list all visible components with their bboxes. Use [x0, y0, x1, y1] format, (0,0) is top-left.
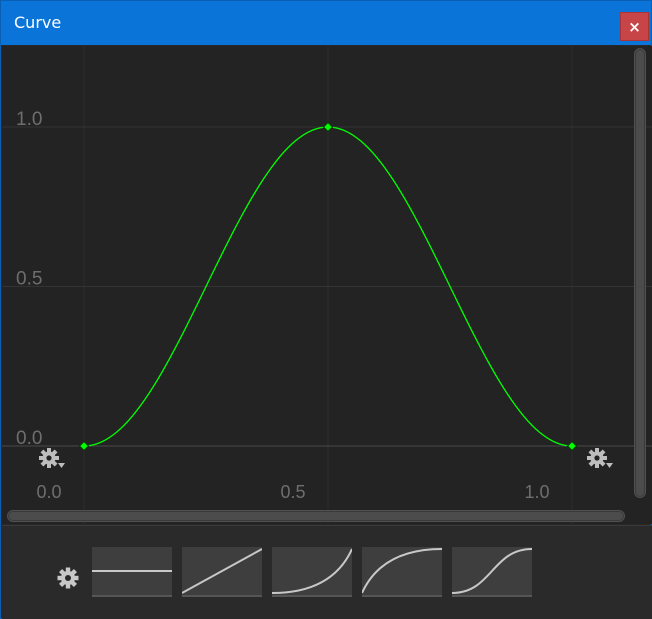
preset-constant[interactable]: [92, 547, 172, 597]
keyframe-point[interactable]: [566, 440, 578, 452]
keyframe-point[interactable]: [322, 121, 334, 133]
x-tick-label: 1.0: [524, 482, 549, 502]
preset-ease-in-out[interactable]: [452, 547, 532, 597]
curve-window: Curve × 0.0 0.5 1.0 0.0 0.5 1.0: [0, 0, 652, 619]
curve-graph[interactable]: 0.00.51.00.0 0.5 1.0: [2, 46, 652, 524]
curve-editor[interactable]: 0.0 0.5 1.0 0.0 0.5 1.0: [2, 46, 652, 524]
close-button[interactable]: ×: [620, 12, 649, 41]
right-wrap-mode-gear-icon[interactable]: [586, 446, 614, 472]
window-title: Curve: [14, 13, 62, 32]
title-bar[interactable]: Curve ×: [1, 1, 651, 45]
preset-linear[interactable]: [182, 547, 262, 597]
vertical-scrollbar[interactable]: [634, 48, 646, 498]
preset-ease-out[interactable]: [362, 547, 442, 597]
x-tick-label: 0.5: [280, 482, 305, 502]
left-wrap-mode-gear-icon[interactable]: [38, 446, 66, 472]
keyframe-point[interactable]: [78, 440, 90, 452]
presets-settings-gear-icon[interactable]: [56, 566, 80, 590]
vertical-scrollbar-thumb[interactable]: [636, 50, 644, 496]
horizontal-scrollbar-thumb[interactable]: [9, 512, 623, 520]
horizontal-scrollbar[interactable]: [7, 510, 625, 522]
x-tick-label: 0.0: [36, 482, 61, 502]
y-tick-label: 1.0: [16, 109, 42, 130]
y-tick-label: 0.5: [16, 269, 42, 290]
preset-ease-in[interactable]: [272, 547, 352, 597]
